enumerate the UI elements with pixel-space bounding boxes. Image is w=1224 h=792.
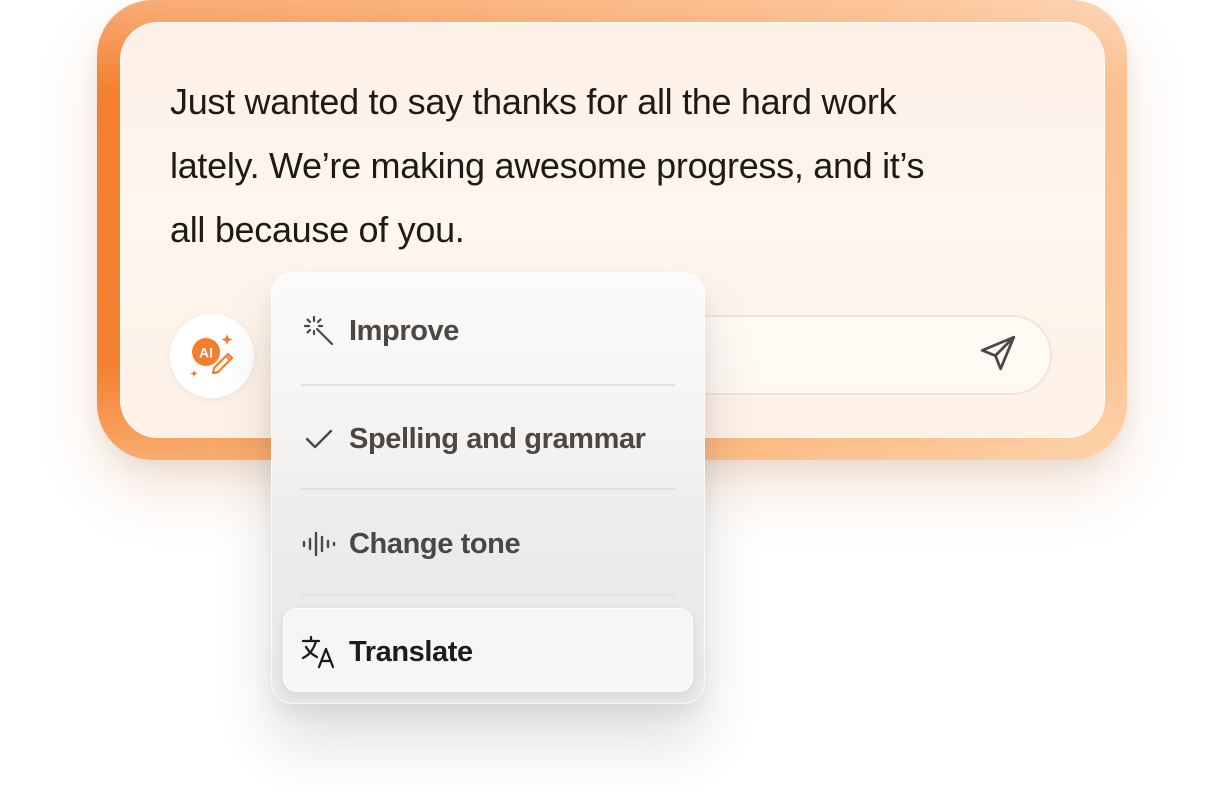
waveform-icon — [301, 526, 337, 562]
ai-actions-menu: Improve Spelling and grammar Change tone… — [271, 272, 705, 704]
menu-divider — [301, 594, 675, 596]
ai-assistant-button[interactable]: AI — [170, 314, 254, 398]
send-icon — [977, 332, 1019, 379]
stage: Just wanted to say thanks for all the ha… — [0, 0, 1224, 792]
menu-item-improve[interactable]: Improve — [301, 301, 459, 361]
menu-divider — [301, 488, 675, 490]
checkmark-icon — [301, 421, 337, 457]
menu-divider — [301, 384, 675, 386]
ai-pencil-sparkle-icon: AI — [186, 328, 238, 385]
menu-item-label: Change tone — [349, 527, 521, 560]
message-line-3: all because of you. — [170, 209, 465, 250]
menu-item-label: Translate — [349, 635, 473, 668]
menu-item-change-tone[interactable]: Change tone — [301, 514, 521, 574]
ai-badge-text: AI — [199, 344, 213, 360]
menu-item-label: Improve — [349, 314, 460, 347]
send-button[interactable] — [970, 330, 1026, 380]
message-line-2: lately. We’re making awesome progress, a… — [170, 145, 925, 186]
translate-icon — [301, 634, 337, 670]
message-line-1: Just wanted to say thanks for all the ha… — [170, 81, 897, 122]
menu-item-spelling-grammar[interactable]: Spelling and grammar — [301, 409, 646, 469]
menu-item-label: Spelling and grammar — [349, 422, 646, 455]
magic-wand-icon — [301, 313, 337, 349]
message-text[interactable]: Just wanted to say thanks for all the ha… — [170, 70, 990, 262]
menu-item-translate[interactable]: Translate — [301, 622, 473, 682]
